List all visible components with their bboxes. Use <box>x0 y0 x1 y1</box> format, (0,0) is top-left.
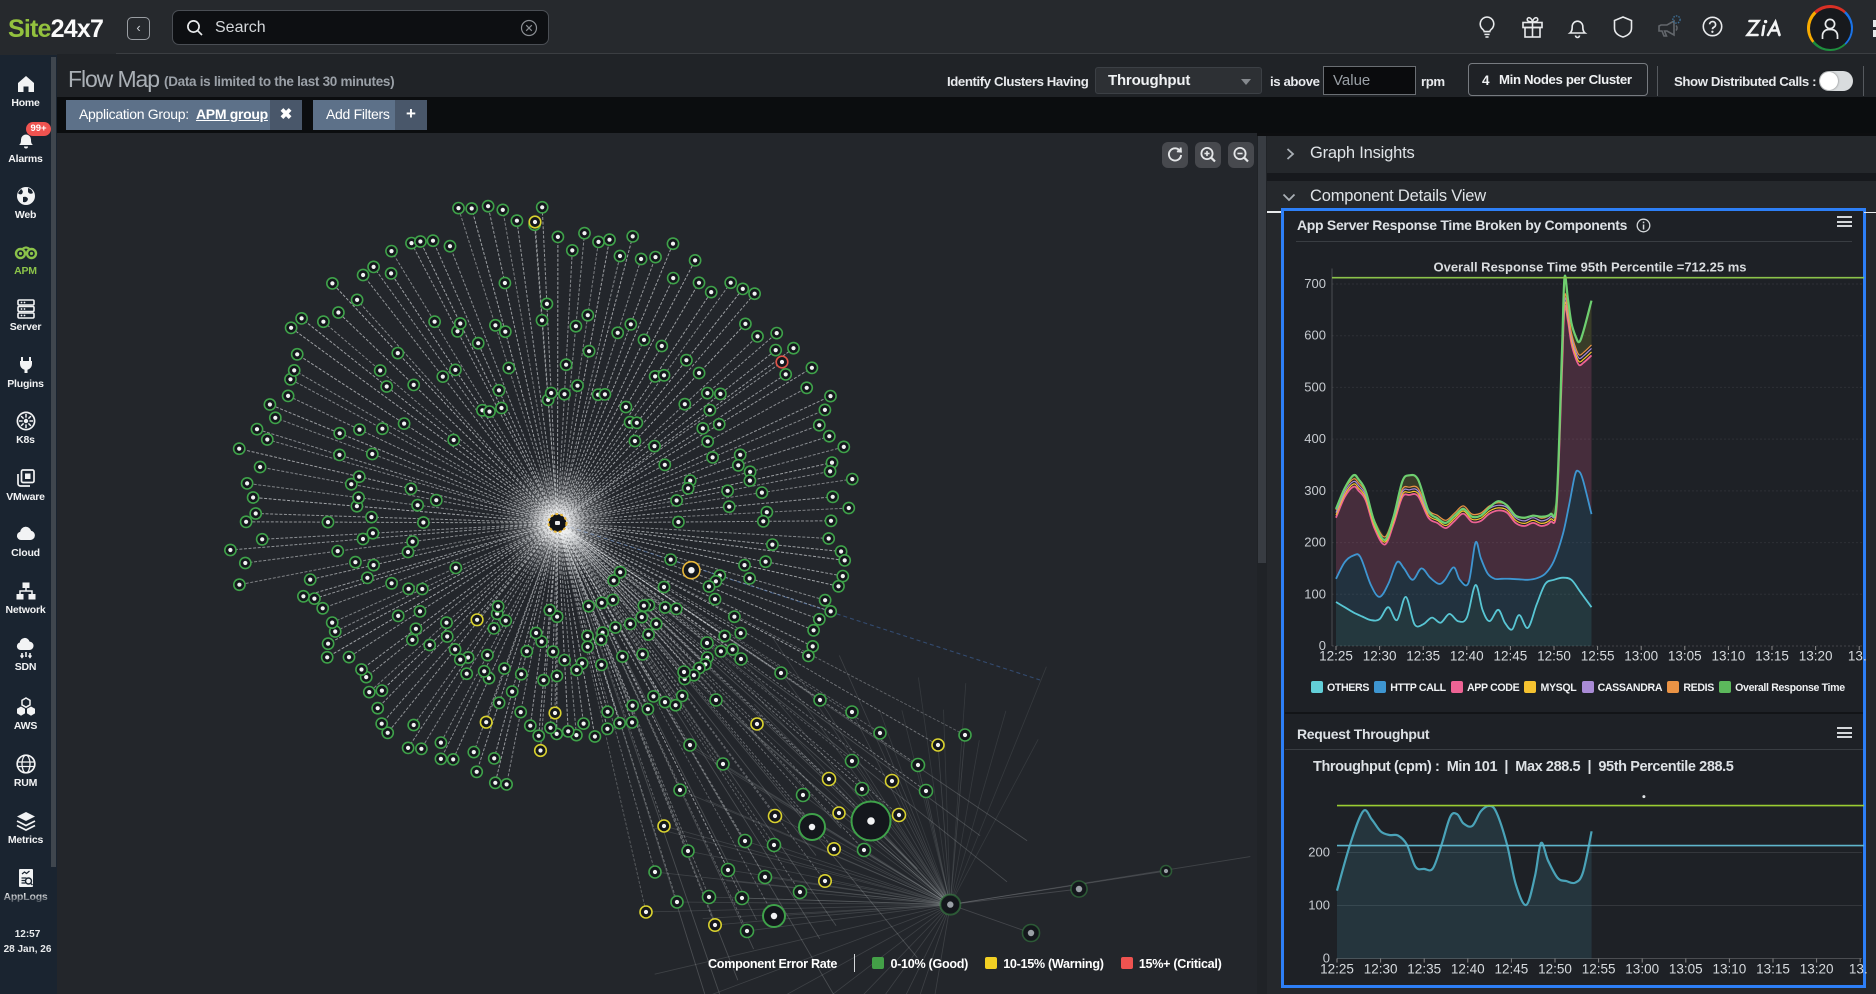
svg-text:13:15: 13:15 <box>1756 962 1790 977</box>
svg-text:700: 700 <box>1304 276 1326 291</box>
svg-text:12:50: 12:50 <box>1537 649 1571 664</box>
svg-text:12:55: 12:55 <box>1582 962 1616 977</box>
svg-text:13:10: 13:10 <box>1713 962 1747 977</box>
svg-text:13:15: 13:15 <box>1755 649 1789 664</box>
svg-text:500: 500 <box>1304 379 1326 394</box>
svg-text:400: 400 <box>1304 431 1326 446</box>
svg-text:12:25: 12:25 <box>1319 649 1353 664</box>
svg-text:13:05: 13:05 <box>1669 962 1703 977</box>
svg-text:12:40: 12:40 <box>1450 649 1484 664</box>
svg-text:13:00: 13:00 <box>1624 649 1658 664</box>
svg-text:13..: 13.. <box>1848 649 1868 664</box>
svg-text:13:20: 13:20 <box>1799 649 1833 664</box>
svg-text:600: 600 <box>1304 328 1326 343</box>
svg-text:200: 200 <box>1304 535 1326 550</box>
svg-text:13:00: 13:00 <box>1625 962 1659 977</box>
svg-text:300: 300 <box>1304 483 1326 498</box>
svg-text:12:25: 12:25 <box>1320 962 1354 977</box>
svg-text:13:05: 13:05 <box>1668 649 1702 664</box>
svg-text:12:35: 12:35 <box>1406 649 1440 664</box>
svg-text:13..: 13.. <box>1849 962 1868 977</box>
svg-text:12:35: 12:35 <box>1407 962 1441 977</box>
svg-text:12:55: 12:55 <box>1581 649 1615 664</box>
svg-text:100: 100 <box>1308 898 1330 913</box>
svg-text:100: 100 <box>1304 586 1326 601</box>
svg-text:13:20: 13:20 <box>1800 962 1834 977</box>
svg-text:12:40: 12:40 <box>1451 962 1485 977</box>
svg-text:12:30: 12:30 <box>1364 962 1398 977</box>
svg-text:12:50: 12:50 <box>1538 962 1572 977</box>
svg-text:13:10: 13:10 <box>1712 649 1746 664</box>
svg-text:12:30: 12:30 <box>1363 649 1397 664</box>
svg-text:12:45: 12:45 <box>1494 649 1528 664</box>
svg-text:Overall Response Time 95th Per: Overall Response Time 95th Percentile =7… <box>1433 260 1746 275</box>
svg-text:12:45: 12:45 <box>1495 962 1529 977</box>
svg-text:200: 200 <box>1308 845 1330 860</box>
